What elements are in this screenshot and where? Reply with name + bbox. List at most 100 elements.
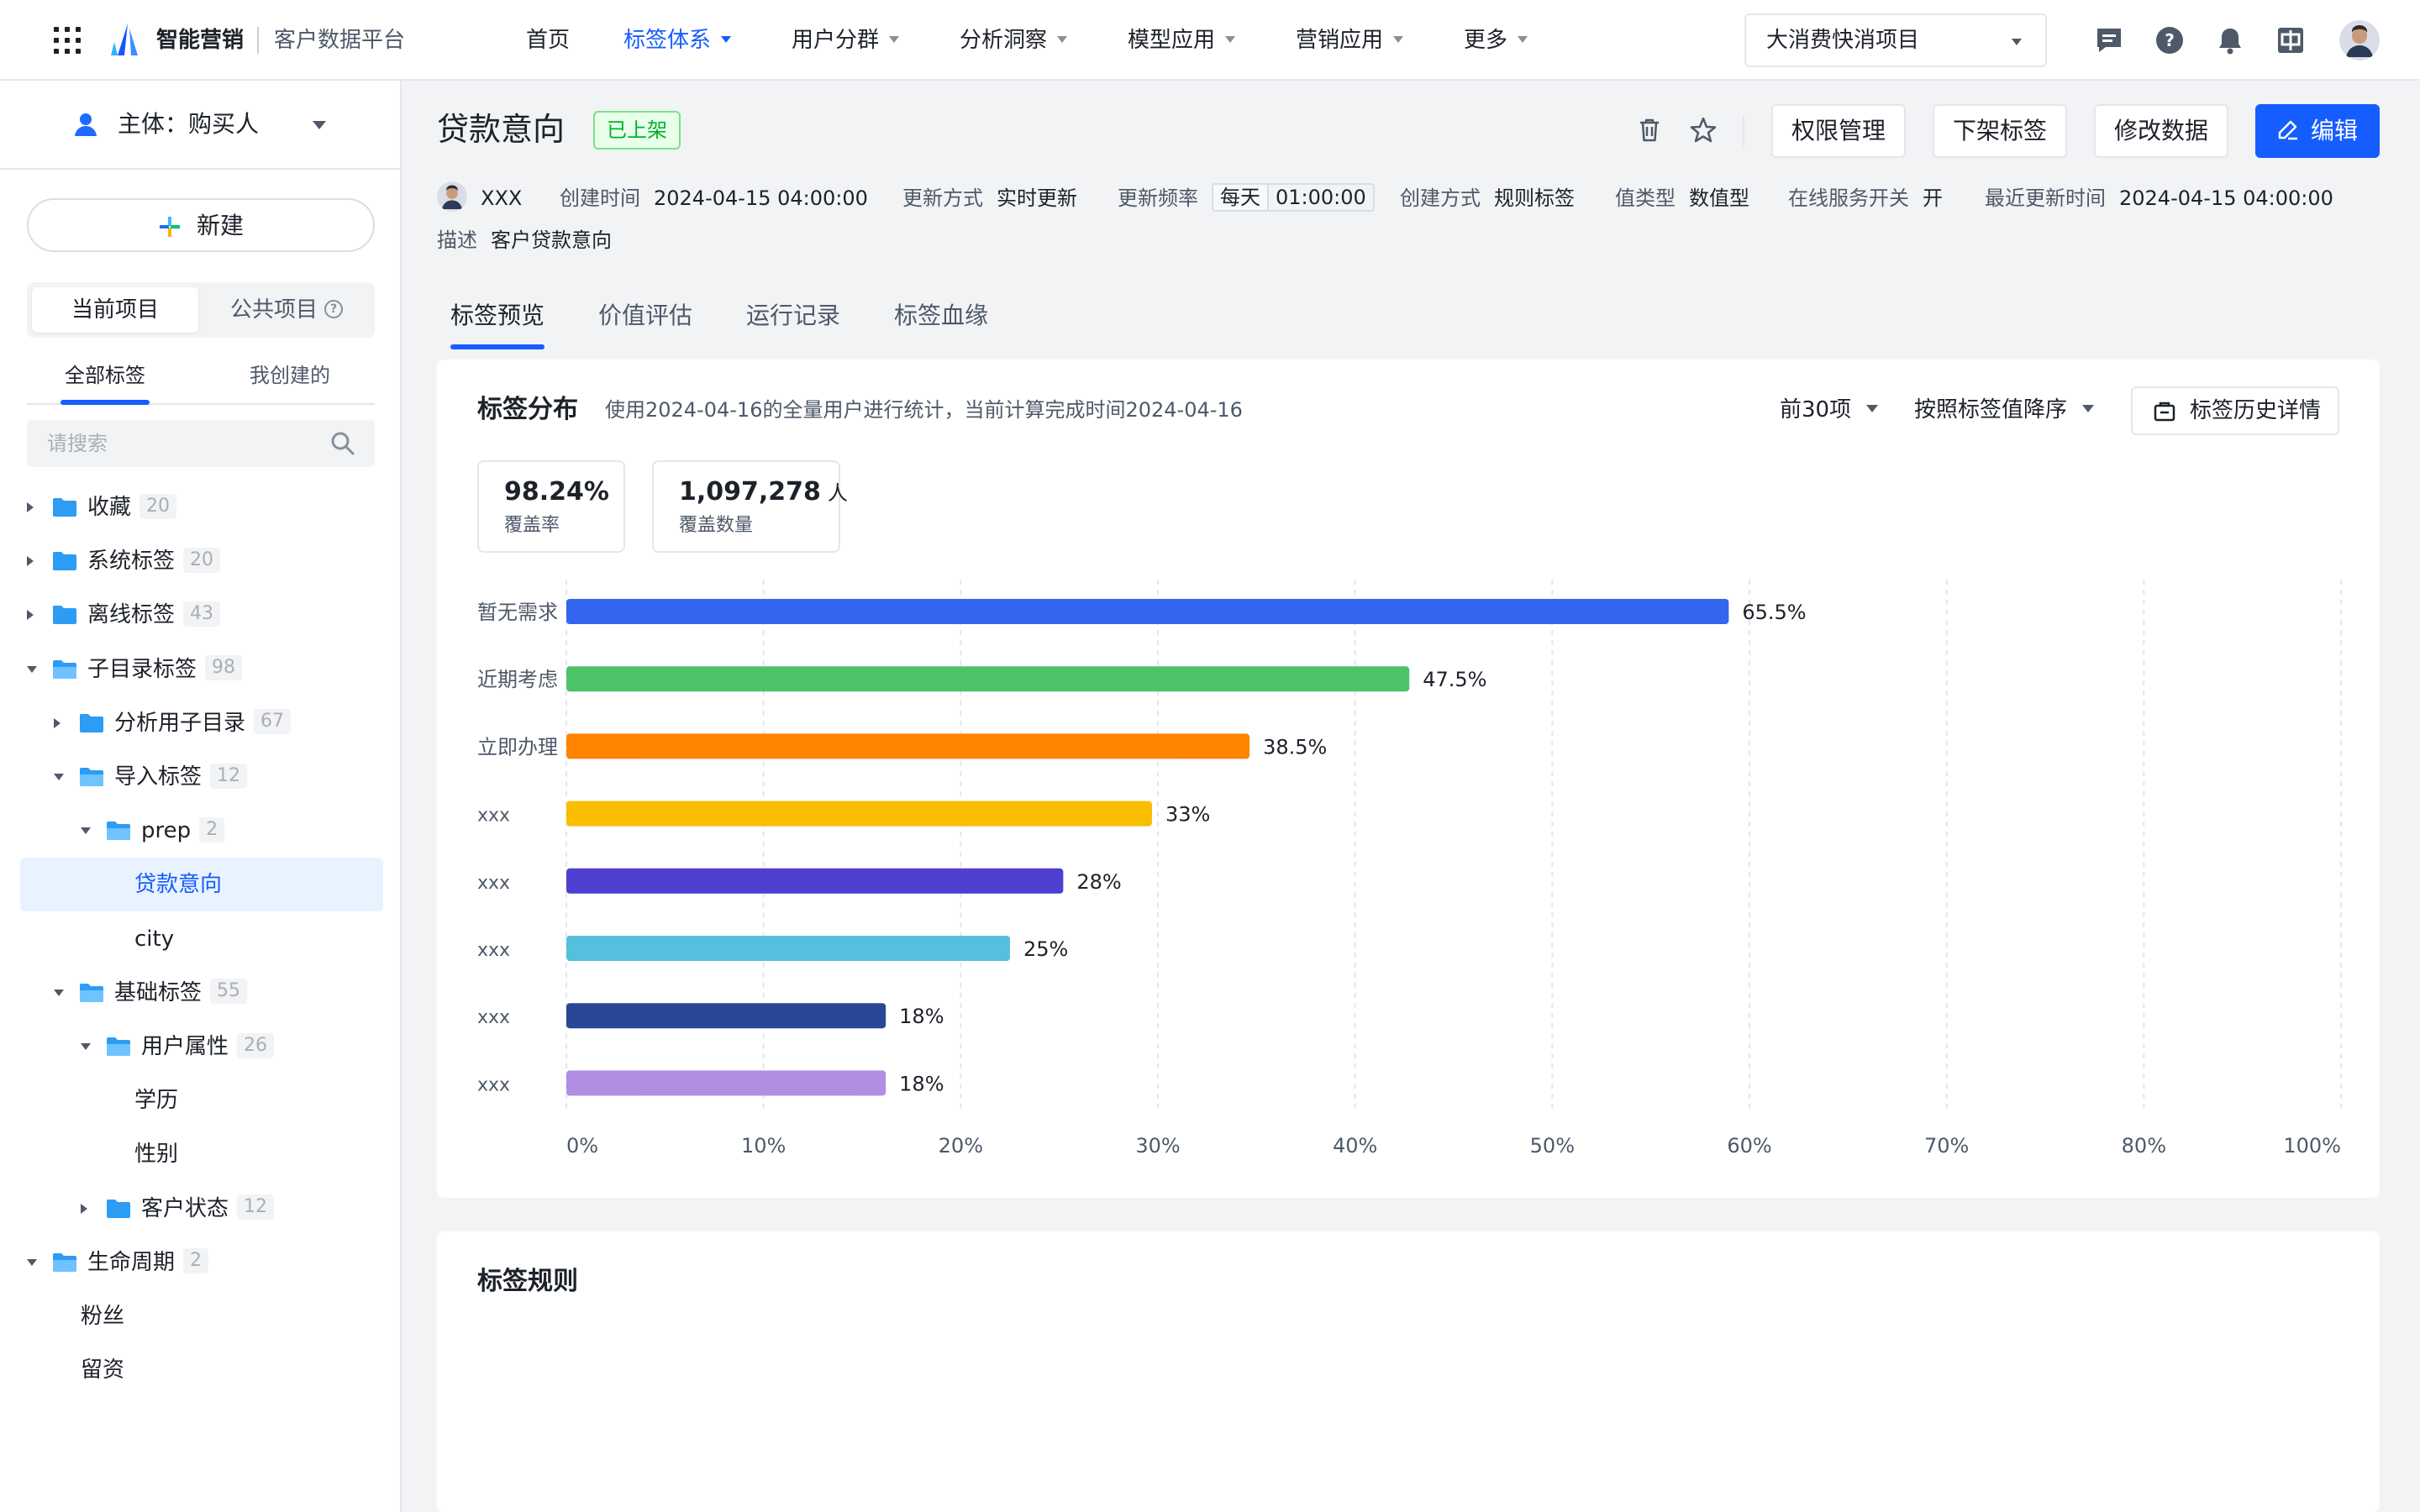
bar[interactable] [566, 666, 1410, 692]
app-grid-icon[interactable] [52, 25, 82, 55]
tree-folder-row[interactable]: 子目录标签 98 [20, 643, 383, 696]
tree-leaf-row[interactable]: 性别 [20, 1127, 383, 1181]
chevron-down-icon [2012, 39, 2022, 45]
x-tick-label: 10% [741, 1134, 786, 1158]
bar[interactable] [566, 868, 1064, 894]
caret-down-icon[interactable] [81, 827, 91, 835]
nav-home[interactable]: 首页 [526, 24, 570, 57]
meta-created-label: 创建时间 [560, 186, 640, 210]
tree-item-text: 用户属性 [141, 1034, 229, 1059]
sort-select[interactable]: 按照标签值降序 [1914, 391, 2095, 428]
bar-value-label: 47.5% [1423, 668, 1486, 691]
bar[interactable] [566, 801, 1152, 827]
tree-item-text: 分析用子目录 [114, 710, 246, 736]
bar[interactable] [566, 1003, 886, 1029]
tree-folder-row[interactable]: 导入标签 12 [20, 750, 383, 804]
caret-right-icon[interactable] [54, 717, 60, 728]
bell-icon[interactable] [2215, 25, 2245, 55]
tag-history-button[interactable]: 标签历史详情 [2131, 386, 2339, 435]
tree-folder-row[interactable]: prep 2 [20, 804, 383, 858]
bar[interactable] [566, 936, 1010, 961]
meta-freq-label: 更新频率 [1118, 186, 1198, 210]
segment-public-project[interactable]: 公共项目? [203, 287, 370, 333]
x-tick-label: 50% [1530, 1134, 1575, 1158]
top-n-select[interactable]: 前30项 [1780, 391, 1879, 428]
caret-down-icon[interactable] [81, 1043, 91, 1050]
tree-leaf-row[interactable]: 贷款意向 [20, 858, 383, 912]
x-tick-label: 70% [1924, 1134, 1969, 1158]
caret-down-icon[interactable] [54, 774, 64, 780]
modify-data-button[interactable]: 修改数据 [2094, 104, 2228, 158]
project-select-value: 大消费快消项目 [1766, 28, 1920, 53]
caret-down-icon[interactable] [27, 665, 37, 673]
bar[interactable] [566, 599, 1729, 624]
nav-marketing-apps[interactable]: 营销应用 [1296, 24, 1404, 57]
project-select[interactable]: 大消费快消项目 [1744, 13, 2047, 67]
folder-icon [80, 713, 103, 732]
bar[interactable] [566, 733, 1250, 759]
tag-search-input[interactable] [27, 420, 375, 467]
nav-model-apps[interactable]: 模型应用 [1128, 24, 1236, 57]
tree-folder-row[interactable]: 生命周期 2 [20, 1236, 383, 1289]
x-tick-label: 100% [2283, 1134, 2341, 1158]
meta-description: 描述 客户贷款意向 [437, 223, 612, 257]
caret-right-icon[interactable] [27, 610, 34, 621]
coverage-count-label: 覆盖数量 [679, 515, 754, 536]
tree-leaf-row[interactable]: 留资 [20, 1343, 383, 1397]
category-label: xxx [477, 1007, 510, 1028]
tab-tag-lineage[interactable]: 标签血缘 [894, 286, 988, 349]
nav-more-label: 更多 [1464, 28, 1508, 53]
tab-value-assessment[interactable]: 价值评估 [598, 286, 692, 349]
search-icon[interactable] [329, 430, 356, 457]
nav-analysis-insight[interactable]: 分析洞察 [960, 24, 1068, 57]
trash-icon[interactable] [1635, 116, 1664, 144]
tab-run-records[interactable]: 运行记录 [746, 286, 840, 349]
tree-folder-row[interactable]: 基础标签 55 [20, 966, 383, 1020]
meta-update-mode: 更新方式 实时更新 [902, 181, 1077, 215]
tab-all-tags[interactable]: 全部标签 [42, 358, 168, 405]
take-offline-button[interactable]: 下架标签 [1933, 104, 2067, 158]
permission-manage-button[interactable]: 权限管理 [1771, 104, 1906, 158]
nav-marketing-apps-label: 营销应用 [1296, 28, 1384, 53]
segment-current-project[interactable]: 当前项目 [32, 287, 198, 333]
help-icon[interactable]: ? [2154, 25, 2185, 55]
nav-tag-system[interactable]: 标签体系 [623, 24, 732, 57]
message-icon[interactable] [2094, 25, 2124, 55]
star-icon[interactable] [1689, 116, 1718, 144]
caret-down-icon[interactable] [27, 1258, 37, 1266]
tab-my-created[interactable]: 我创建的 [227, 358, 353, 402]
meta-online-service: 在线服务开关开 [1788, 181, 1943, 215]
avatar-icon [437, 181, 467, 212]
user-avatar[interactable] [2339, 20, 2380, 60]
caret-right-icon[interactable] [27, 502, 34, 512]
nav-user-segments-label: 用户分群 [792, 28, 880, 53]
tab-tag-preview-label: 标签预览 [450, 302, 545, 329]
folder-icon [107, 1199, 130, 1218]
tree-item-text: 粉丝 [81, 1304, 125, 1329]
tree-folder-row[interactable]: 分析用子目录 67 [20, 696, 383, 750]
edit-button[interactable]: 编辑 [2255, 104, 2380, 158]
tree-folder-row[interactable]: 用户属性 26 [20, 1020, 383, 1074]
owner-name: XXX [481, 181, 522, 215]
caret-right-icon[interactable] [27, 556, 34, 567]
tree-leaf-row[interactable]: 学历 [20, 1074, 383, 1127]
nav-user-segments[interactable]: 用户分群 [792, 24, 900, 57]
caret-right-icon[interactable] [81, 1203, 87, 1214]
tree-folder-row[interactable]: 系统标签 20 [20, 534, 383, 588]
tree-folder-row[interactable]: 离线标签 43 [20, 588, 383, 642]
subject-selector[interactable]: 主体：购买人 [0, 81, 400, 170]
language-icon[interactable] [2275, 25, 2306, 55]
tree-folder-row[interactable]: 客户状态 12 [20, 1182, 383, 1236]
tab-tag-preview[interactable]: 标签预览 [450, 286, 545, 349]
x-tick-label: 0% [566, 1134, 598, 1158]
nav-more[interactable]: 更多 [1464, 24, 1528, 57]
caret-down-icon[interactable] [54, 989, 64, 996]
tree-item-label: 学历 [134, 1084, 178, 1117]
folder-open-icon [53, 1252, 76, 1272]
tree-leaf-row[interactable]: 粉丝 [20, 1289, 383, 1343]
new-tag-button[interactable]: 新建 [27, 198, 375, 252]
tree-folder-row[interactable]: 收藏 20 [20, 480, 383, 534]
tree-leaf-row[interactable]: city [20, 912, 383, 966]
bar[interactable] [566, 1070, 886, 1096]
coverage-count: 1,097,278 人 [679, 474, 848, 512]
